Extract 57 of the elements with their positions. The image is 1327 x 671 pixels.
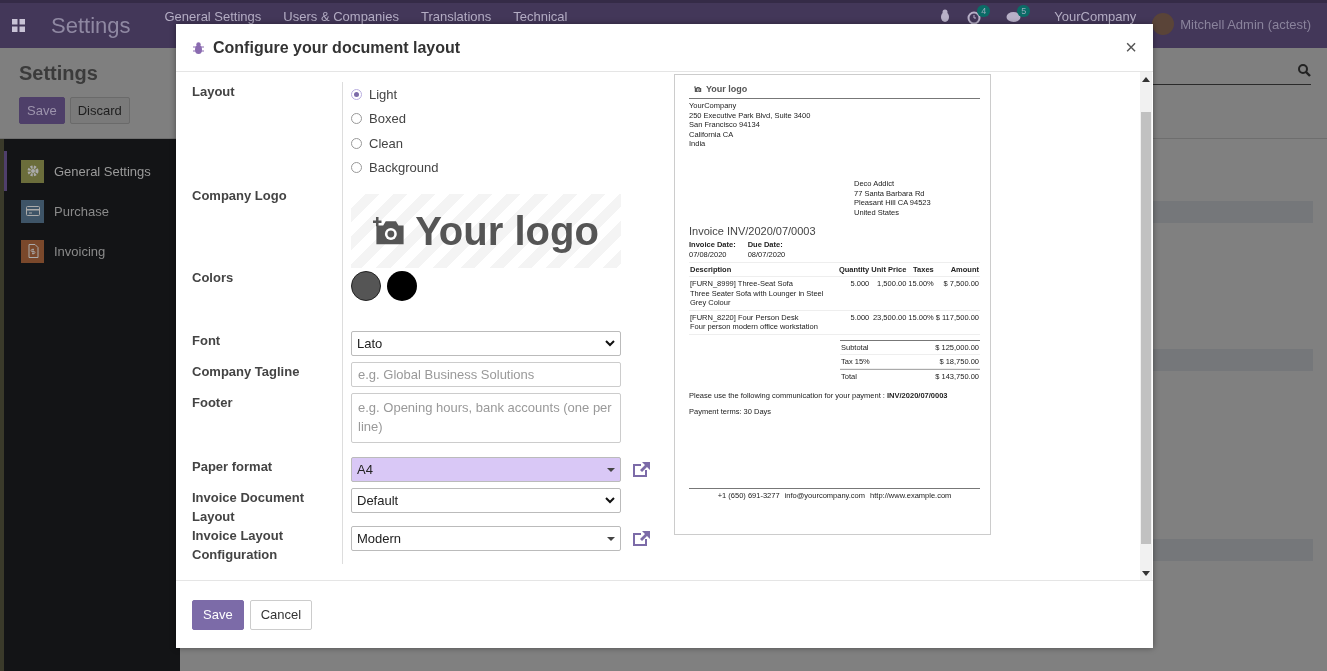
breadcrumb: Settings [19,62,98,85]
avatar[interactable] [1152,13,1175,35]
chevron-down-icon [605,340,615,347]
radio-label: Background [369,160,439,176]
menu-item[interactable]: Translations [420,9,492,24]
external-link-icon[interactable] [632,461,651,478]
field-label: Invoice Document Layout [192,489,305,526]
field-label: Invoice Layout Configuration [192,527,285,564]
select-field[interactable]: Default [351,488,621,513]
color-swatch[interactable] [387,271,417,301]
clock-icon[interactable] [967,11,982,25]
field-label: Company Tagline [192,363,301,381]
message-count: 5 [1017,5,1031,17]
chevron-down-icon [605,497,615,504]
field-label: Colors [192,269,235,287]
caret-icon [607,536,615,541]
activity-count: 4 [977,5,991,17]
close-button[interactable]: × [1121,36,1141,59]
preview-logo: Your logo [706,84,748,94]
tagline-input[interactable]: e.g. Global Business Solutions [351,362,621,387]
color-swatch[interactable] [351,271,381,301]
field-label: Font [192,332,222,350]
discard-button[interactable]: Discard [69,97,130,124]
radio-label: Clean [369,135,403,151]
dropdown-field[interactable]: Modern [351,526,621,551]
chat-icon[interactable] [1006,11,1022,24]
scroll-up-icon[interactable] [1142,77,1150,82]
field-label: Footer [192,394,234,412]
logo-upload[interactable]: Your logo [351,194,621,268]
user-menu[interactable]: Mitchell Admin (actest) [1180,16,1311,32]
cancel-button[interactable]: Cancel [249,599,313,630]
field-label: Layout [192,83,236,101]
invoice-title: Invoice INV/2020/07/0003 [689,225,817,238]
sidebar-item[interactable]: Invoicing [4,231,180,271]
select-field[interactable]: Lato [351,331,621,356]
apps-menu-icon[interactable] [12,19,25,32]
app-title: Settings [51,12,131,39]
external-link-icon[interactable] [632,530,651,547]
dialog-title: Configure your document layout [213,38,461,57]
menu-item[interactable]: Technical [513,9,568,24]
dropdown-field[interactable]: A4 [351,457,621,482]
save-button[interactable]: Save [192,599,244,630]
radio-label: Light [369,86,398,102]
menu-item[interactable]: General Settings [164,9,262,24]
scroll-down-icon[interactable] [1142,571,1150,576]
sidebar-item[interactable]: Purchase [4,191,180,231]
scrollbar-thumb[interactable] [1141,112,1151,544]
radio-label: Boxed [369,111,406,127]
menu-item[interactable]: Users & Companies [283,9,399,24]
search-icon[interactable] [1298,64,1311,77]
field-label: Paper format [192,458,274,476]
caret-icon [607,467,615,472]
field-label: Company Logo [192,187,288,205]
save-button[interactable]: Save [19,97,65,124]
camera-icon [694,85,702,93]
footer-textarea[interactable]: e.g. Opening hours, bank accounts (one per line) [351,393,621,443]
company-switcher[interactable]: YourCompany [1054,9,1137,24]
